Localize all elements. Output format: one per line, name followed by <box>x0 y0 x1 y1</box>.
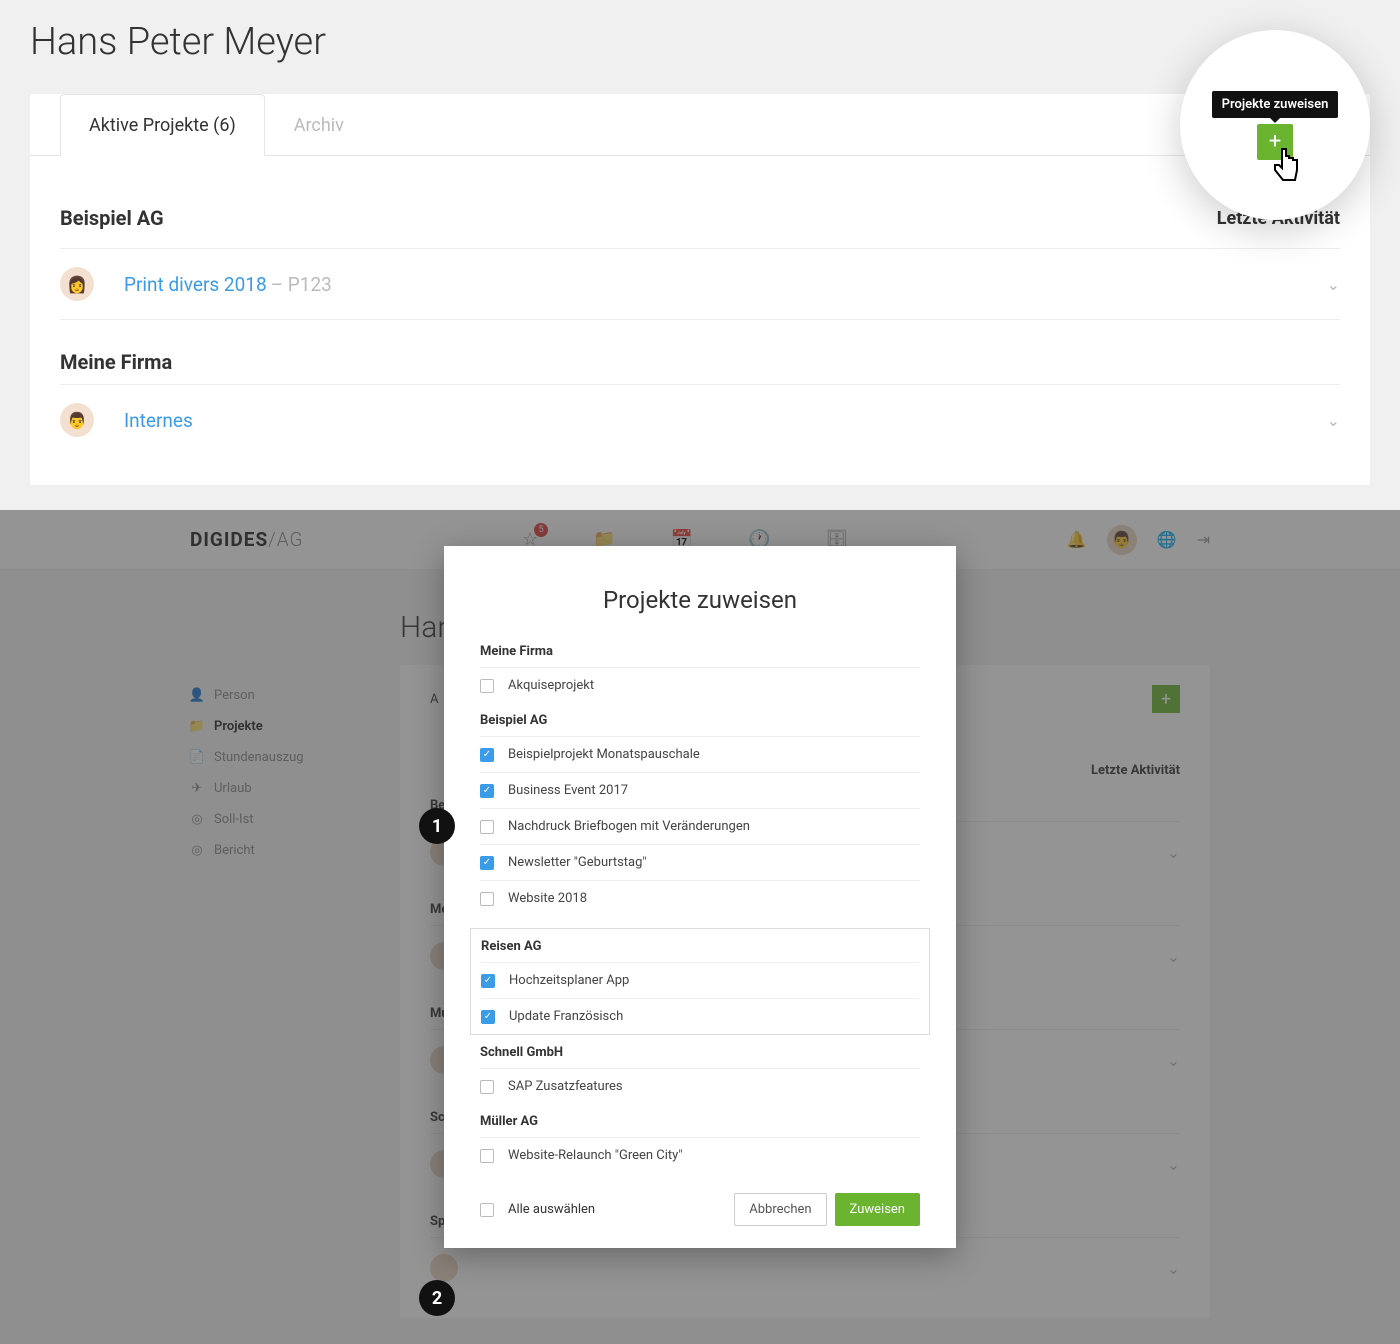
modal-group-title: Meine Firma <box>480 644 920 668</box>
group-title-beispiel: Beispiel AG <box>60 206 164 230</box>
modal-group-title: Schnell GmbH <box>480 1045 920 1069</box>
zoom-circle: Projekte zuweisen + <box>1180 30 1370 220</box>
tab-archive[interactable]: Archiv <box>265 94 373 156</box>
project-checkbox-row[interactable]: Akquiseprojekt <box>480 668 920 703</box>
project-checkbox-row[interactable]: ✓Business Event 2017 <box>480 773 920 809</box>
modal-group-title: Müller AG <box>480 1114 920 1138</box>
projects-card: Aktive Projekte (6) Archiv Beispiel AG L… <box>30 94 1370 485</box>
avatar: 👩 <box>60 267 94 301</box>
project-checkbox-row[interactable]: ✓Beispielprojekt Monatspauschale <box>480 737 920 773</box>
project-link[interactable]: Internes <box>124 409 193 432</box>
page-title: Hans Peter Meyer <box>30 20 1370 64</box>
project-code: – P123 <box>271 273 332 296</box>
checkbox[interactable]: ✓ <box>480 856 494 870</box>
project-checkbox-row[interactable]: ✓Update Französisch <box>481 999 919 1034</box>
tabs: Aktive Projekte (6) Archiv <box>60 94 373 155</box>
chevron-down-icon[interactable]: ⌄ <box>1327 411 1340 430</box>
project-checkbox-row[interactable]: ✓Newsletter "Geburtstag" <box>480 845 920 881</box>
tab-active-projects[interactable]: Aktive Projekte (6) <box>60 94 265 156</box>
project-checkbox-row[interactable]: Website 2018 <box>480 881 920 916</box>
checkbox[interactable] <box>480 1149 494 1163</box>
step-marker-2: 2 <box>419 1280 455 1316</box>
submit-button[interactable]: Zuweisen <box>835 1193 920 1226</box>
checkbox[interactable]: ✓ <box>480 784 494 798</box>
checkbox[interactable]: ✓ <box>481 1010 495 1024</box>
checkbox[interactable]: ✓ <box>480 748 494 762</box>
add-project-button[interactable]: + <box>1257 124 1293 160</box>
modal-title: Projekte zuweisen <box>480 586 920 614</box>
checkbox[interactable] <box>480 892 494 906</box>
project-link[interactable]: Print divers 2018 <box>124 273 267 296</box>
assign-projects-modal: Projekte zuweisen Meine FirmaAkquiseproj… <box>444 546 956 1248</box>
modal-group-title: Reisen AG <box>481 939 919 963</box>
checkbox[interactable] <box>480 679 494 693</box>
cursor-hand-icon <box>1269 146 1303 195</box>
checkbox[interactable] <box>480 1080 494 1094</box>
project-checkbox-row[interactable]: Nachdruck Briefbogen mit Veränderungen <box>480 809 920 845</box>
project-checkbox-row[interactable]: Website-Relaunch "Green City" <box>480 1138 920 1173</box>
checkbox[interactable]: ✓ <box>481 974 495 988</box>
checkbox[interactable] <box>480 820 494 834</box>
step-marker-1: 1 <box>419 808 455 844</box>
project-checkbox-row[interactable]: ✓Hochzeitsplaner App <box>481 963 919 999</box>
select-all-checkbox[interactable] <box>480 1203 494 1217</box>
modal-group-title: Beispiel AG <box>480 713 920 737</box>
group-title-meinefirma: Meine Firma <box>60 350 1340 374</box>
modal-preview: DIGIDES/AG ☆5 📁 📅 🕐 🗄 🔔 👨 🌐 ⇥ 👤Person📁Pr… <box>0 510 1400 1344</box>
project-checkbox-row[interactable]: SAP Zusatzfeatures <box>480 1069 920 1104</box>
project-row[interactable]: 👨 Internes ⌄ <box>60 385 1340 455</box>
cancel-button[interactable]: Abbrechen <box>734 1193 826 1226</box>
top-preview: Hans Peter Meyer Aktive Projekte (6) Arc… <box>0 0 1400 510</box>
chevron-down-icon[interactable]: ⌄ <box>1327 275 1340 294</box>
avatar: 👨 <box>60 403 94 437</box>
project-row[interactable]: 👩 Print divers 2018 – P123 ⌄ <box>60 249 1340 319</box>
select-all-row[interactable]: Alle auswählen <box>480 1202 595 1217</box>
tooltip-assign-projects: Projekte zuweisen <box>1212 91 1339 118</box>
